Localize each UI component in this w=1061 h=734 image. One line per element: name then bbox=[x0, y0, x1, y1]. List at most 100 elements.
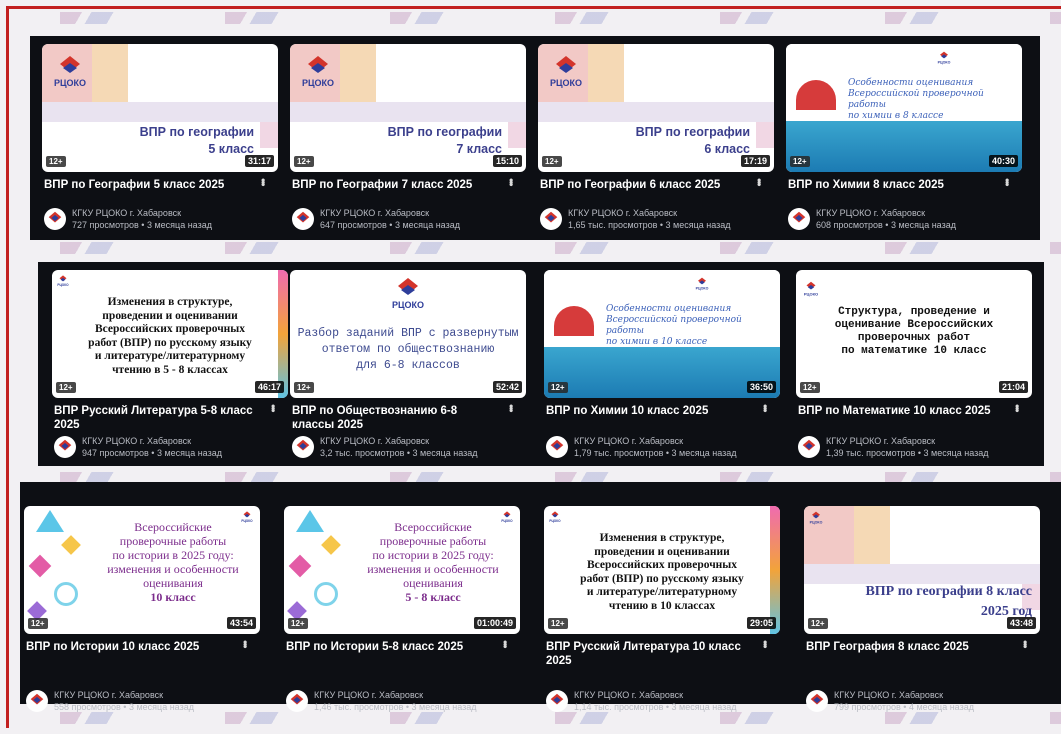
channel-name[interactable]: КГКУ РЦОКО г. Хабаровск bbox=[574, 689, 774, 701]
channel-avatar[interactable] bbox=[292, 436, 314, 458]
video-title[interactable]: ВПР Русский Литература 10 класс 2025 bbox=[546, 640, 756, 668]
caption-line: Всероссийских проверочных bbox=[94, 323, 246, 335]
decor-chevron bbox=[1050, 242, 1061, 254]
video-card[interactable]: РЦОКО ВПР по географии 7 класс 12+ 15:10 ВПР … bbox=[290, 44, 530, 244]
channel-avatar[interactable] bbox=[292, 208, 314, 230]
video-card[interactable]: РЦОКО Структура, проведение и оценивание В… bbox=[796, 270, 1036, 470]
video-card[interactable]: РЦОКО Изменения в структуре, проведении и … bbox=[544, 506, 784, 712]
video-title[interactable]: ВПР по Географии 5 класс 2025 bbox=[44, 178, 254, 192]
channel-name[interactable]: КГКУ РЦОКО г. Хабаровск bbox=[82, 435, 282, 447]
channel-avatar[interactable] bbox=[26, 690, 48, 712]
channel-avatar[interactable] bbox=[798, 436, 820, 458]
decor-chevron bbox=[225, 12, 281, 24]
video-thumbnail[interactable]: РЦОКО ВПР по географии 5 класс 12+ 31:17 bbox=[42, 44, 278, 172]
video-card[interactable]: РЦОКО ВПР по географии 6 класс 12+ 17:19 ВПР … bbox=[538, 44, 778, 244]
video-card[interactable]: РЦОКО Разбор заданий ВПР с развернутым отв… bbox=[290, 270, 530, 470]
video-thumbnail[interactable]: РЦОКО Особенности оценивания Всероссийской… bbox=[786, 44, 1022, 172]
video-thumbnail[interactable]: РЦОКО Разбор заданий ВПР с развернутым отв… bbox=[290, 270, 526, 398]
caption-line: оценивание Всероссийских bbox=[834, 319, 994, 331]
video-title[interactable]: ВПР по Математике 10 класс 2025 bbox=[798, 404, 1008, 418]
channel-avatar[interactable] bbox=[540, 208, 562, 230]
caption-line: Структура, проведение и bbox=[838, 306, 990, 318]
video-thumbnail[interactable]: РЦОКО ВПР по географии 7 класс 12+ 15:10 bbox=[290, 44, 526, 172]
more-vert-icon[interactable]: ••• bbox=[504, 178, 518, 185]
age-rating-badge: 12+ bbox=[800, 382, 820, 393]
logo-text: РЦОКО bbox=[57, 283, 69, 287]
channel-name[interactable]: КГКУ РЦОКО г. Хабаровск bbox=[574, 435, 774, 447]
video-title[interactable]: ВПР по Географии 7 класс 2025 bbox=[292, 178, 502, 192]
video-thumbnail[interactable]: РЦОКО Изменения в структуре, проведении и … bbox=[544, 506, 780, 634]
video-card[interactable]: РЦОКО Особенности оценивания Всероссийской… bbox=[544, 270, 784, 470]
channel-name[interactable]: КГКУ РЦОКО г. Хабаровск bbox=[816, 207, 1016, 219]
video-thumbnail[interactable]: РЦОКО Особенности оценивания Всероссийской… bbox=[544, 270, 780, 398]
video-title[interactable]: ВПР по Истории 10 класс 2025 bbox=[26, 640, 236, 654]
video-title[interactable]: ВПР Русский Литература 5-8 класс 2025 bbox=[54, 404, 264, 432]
decor-chevron bbox=[555, 712, 611, 724]
more-vert-icon[interactable]: ••• bbox=[1018, 640, 1032, 647]
more-vert-icon[interactable]: ••• bbox=[758, 640, 772, 647]
thumbnail-caption: ВПР по географии 7 класс bbox=[388, 124, 502, 158]
channel-name[interactable]: КГКУ РЦОКО г. Хабаровск bbox=[568, 207, 768, 219]
channel-avatar[interactable] bbox=[286, 690, 308, 712]
decor-chevron bbox=[885, 712, 941, 724]
rcoko-logo-icon bbox=[56, 437, 74, 458]
video-thumbnail[interactable]: РЦОКО Всероссийские проверочные работы по и… bbox=[284, 506, 520, 634]
video-duration: 43:54 bbox=[226, 617, 256, 629]
more-vert-icon[interactable]: ••• bbox=[504, 404, 518, 411]
age-rating-badge: 12+ bbox=[542, 156, 562, 167]
video-thumbnail[interactable]: РЦОКО ВПР по географии 8 класс 2025 год 12+… bbox=[804, 506, 1040, 634]
video-title[interactable]: ВПР по Химии 8 класс 2025 bbox=[788, 178, 998, 192]
channel-name[interactable]: КГКУ РЦОКО г. Хабаровск bbox=[320, 435, 520, 447]
channel-avatar[interactable] bbox=[788, 208, 810, 230]
channel-avatar[interactable] bbox=[546, 436, 568, 458]
channel-name[interactable]: КГКУ РЦОКО г. Хабаровск bbox=[314, 689, 514, 701]
video-stats: 1,79 тыс. просмотров • 3 месяца назад bbox=[574, 448, 737, 458]
channel-avatar[interactable] bbox=[44, 208, 66, 230]
video-title[interactable]: ВПР География 8 класс 2025 bbox=[806, 640, 1016, 654]
rcoko-logo-icon bbox=[46, 209, 64, 230]
video-card[interactable]: РЦОКО ВПР по географии 5 класс 12+ 31:17 ВПР … bbox=[42, 44, 282, 244]
channel-name[interactable]: КГКУ РЦОКО г. Хабаровск bbox=[826, 435, 1026, 447]
channel-name[interactable]: КГКУ РЦОКО г. Хабаровск bbox=[54, 689, 254, 701]
rcoko-logo-icon: РЦОКО bbox=[546, 52, 586, 92]
caption-line: ВПР по географии bbox=[635, 125, 750, 139]
more-vert-icon[interactable]: ••• bbox=[238, 640, 252, 647]
channel-name[interactable]: КГКУ РЦОКО г. Хабаровск bbox=[834, 689, 1034, 701]
video-card[interactable]: РЦОКО Особенности оценивания Всероссийской… bbox=[786, 44, 1026, 244]
more-vert-icon[interactable]: ••• bbox=[752, 178, 766, 185]
channel-name[interactable]: КГКУ РЦОКО г. Хабаровск bbox=[320, 207, 520, 219]
more-vert-icon[interactable]: ••• bbox=[758, 404, 772, 411]
channel-avatar[interactable] bbox=[546, 690, 568, 712]
video-meta: КГКУ РЦОКО г. Хабаровск 1,65 тыс. просмот… bbox=[568, 207, 768, 231]
more-vert-icon[interactable]: ••• bbox=[498, 640, 512, 647]
decor-chevron bbox=[720, 12, 776, 24]
video-card[interactable]: РЦОКО Всероссийские проверочные работы по и… bbox=[24, 506, 264, 712]
decor-chevron bbox=[1050, 12, 1061, 24]
age-rating-badge: 12+ bbox=[28, 618, 48, 629]
video-title[interactable]: ВПР по Географии 6 класс 2025 bbox=[540, 178, 750, 192]
caption-line: изменения и особенности bbox=[107, 562, 239, 576]
more-vert-icon[interactable]: ••• bbox=[1000, 178, 1014, 185]
video-card[interactable]: РЦОКО Изменения в структуре, проведении и … bbox=[52, 270, 292, 470]
caption-line: по истории в 2025 году: bbox=[112, 548, 234, 562]
video-title[interactable]: ВПР по Химии 10 класс 2025 bbox=[546, 404, 756, 418]
channel-name[interactable]: КГКУ РЦОКО г. Хабаровск bbox=[72, 207, 272, 219]
more-vert-icon[interactable]: ••• bbox=[1010, 404, 1024, 411]
channel-avatar[interactable] bbox=[54, 436, 76, 458]
channel-avatar[interactable] bbox=[806, 690, 828, 712]
video-card[interactable]: РЦОКО Всероссийские проверочные работы по и… bbox=[284, 506, 524, 712]
more-vert-icon[interactable]: ••• bbox=[266, 404, 280, 411]
video-thumbnail[interactable]: РЦОКО Изменения в структуре, проведении и … bbox=[52, 270, 288, 398]
video-title[interactable]: ВПР по Истории 5-8 класс 2025 bbox=[286, 640, 496, 654]
rcoko-logo-icon bbox=[548, 437, 566, 458]
video-thumbnail[interactable]: РЦОКО Всероссийские проверочные работы по и… bbox=[24, 506, 260, 634]
more-vert-icon[interactable]: ••• bbox=[256, 178, 270, 185]
video-meta: КГКУ РЦОКО г. Хабаровск 558 просмотров • … bbox=[54, 689, 254, 713]
caption-line: проверочные работы bbox=[119, 534, 227, 548]
video-stats: 558 просмотров • 3 месяца назад bbox=[54, 702, 194, 712]
video-meta: КГКУ РЦОКО г. Хабаровск 1,14 тыс. просмот… bbox=[574, 689, 774, 713]
video-title[interactable]: ВПР по Обществознанию 6-8 классы 2025 bbox=[292, 404, 502, 432]
video-thumbnail[interactable]: РЦОКО Структура, проведение и оценивание В… bbox=[796, 270, 1032, 398]
video-card[interactable]: РЦОКО ВПР по географии 8 класс 2025 год 12+… bbox=[804, 506, 1044, 712]
video-thumbnail[interactable]: РЦОКО ВПР по географии 6 класс 12+ 17:19 bbox=[538, 44, 774, 172]
